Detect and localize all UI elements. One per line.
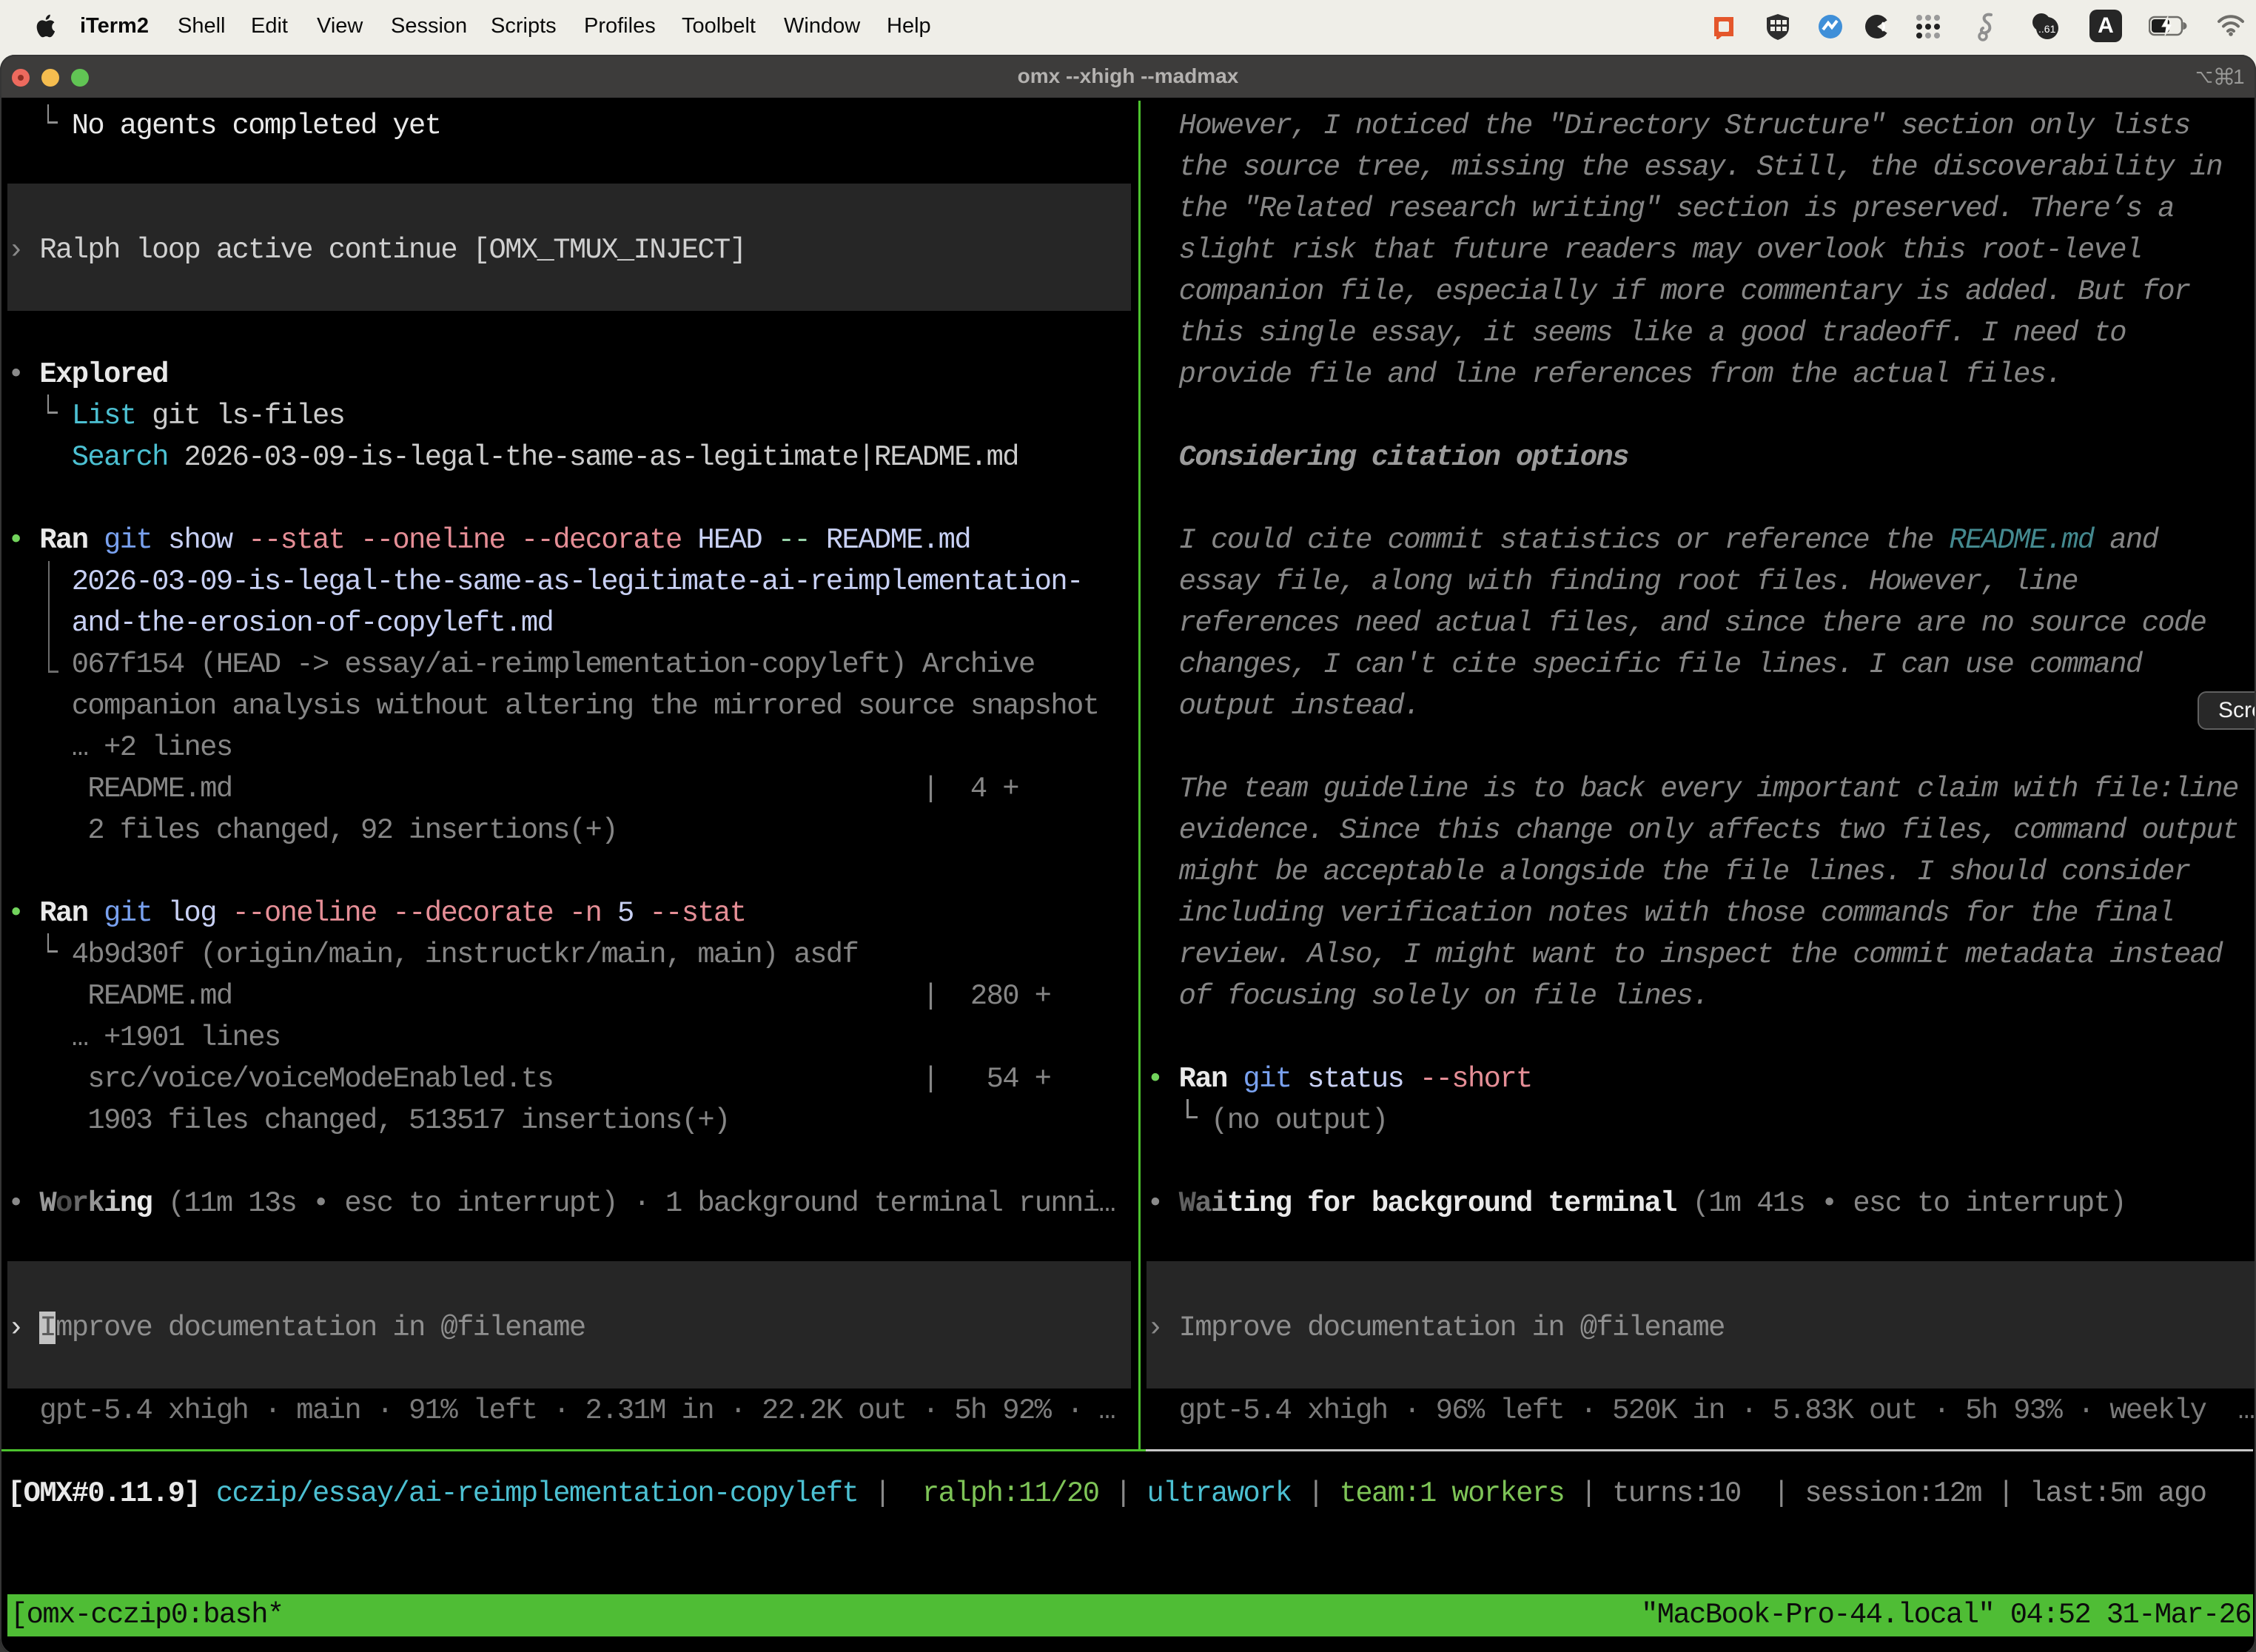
svg-text:..61: ..61 — [2038, 23, 2056, 35]
